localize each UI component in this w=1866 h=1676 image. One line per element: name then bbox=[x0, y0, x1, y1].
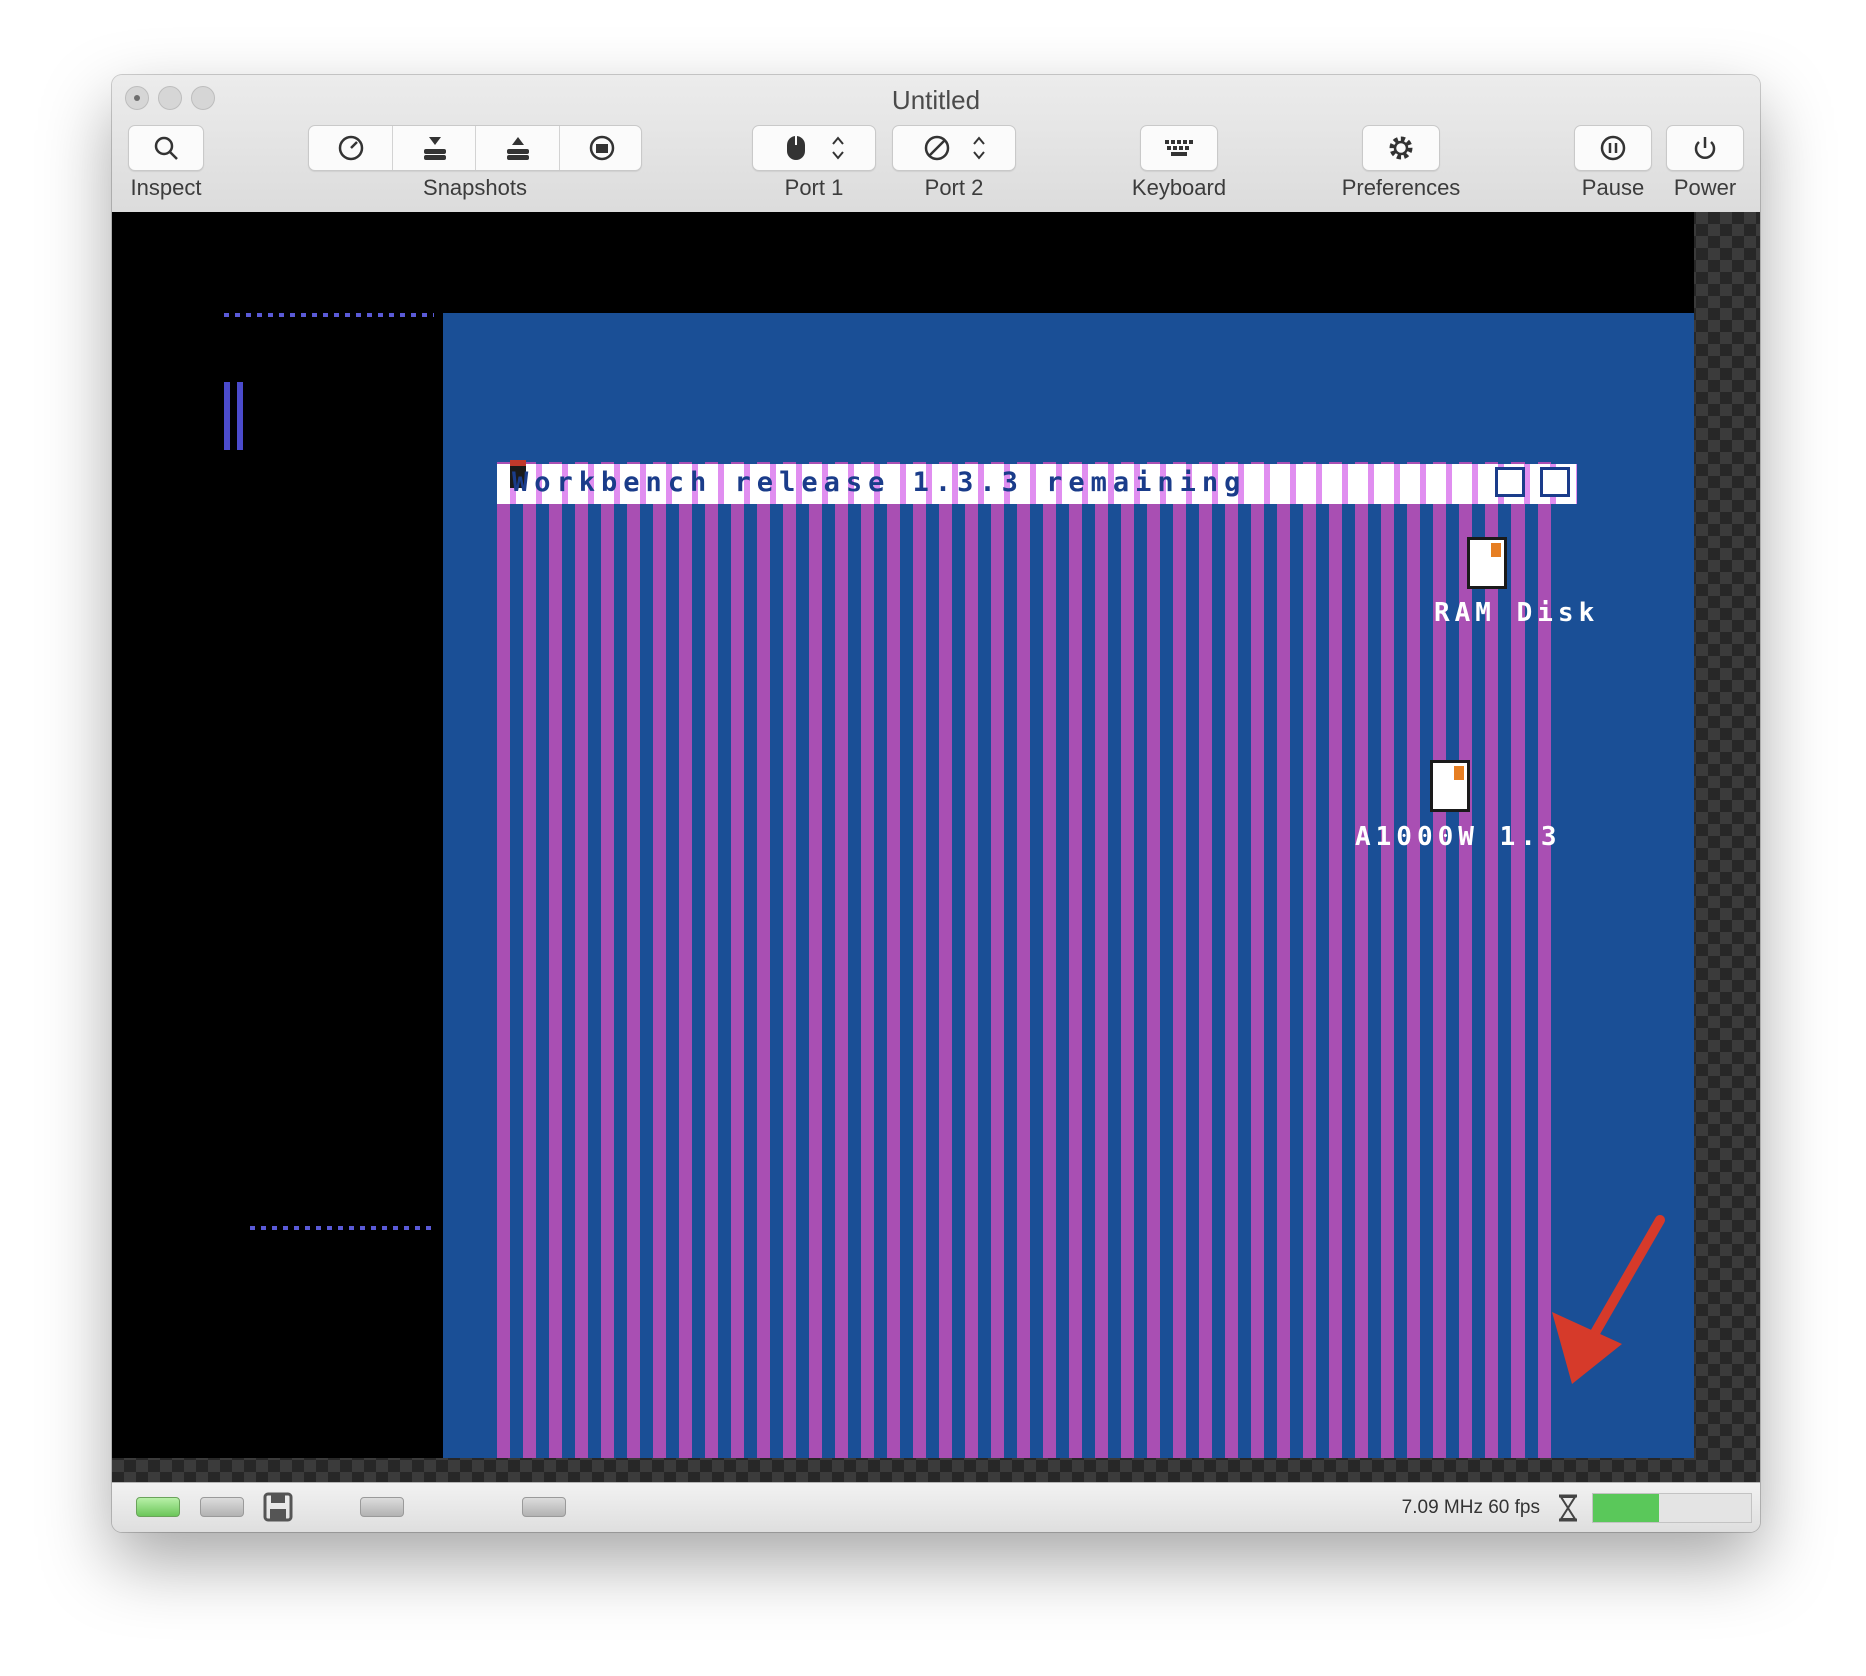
snapshot-store-button[interactable] bbox=[475, 126, 560, 170]
screen-artifact bbox=[224, 382, 230, 450]
power-icon bbox=[1694, 137, 1716, 159]
stack-down-icon bbox=[423, 137, 446, 160]
snapshots-label: Snapshots bbox=[423, 175, 527, 200]
keyboard-label: Keyboard bbox=[1131, 175, 1227, 200]
red-arrow-annotation bbox=[1552, 1215, 1665, 1384]
port2-label: Port 2 bbox=[924, 175, 984, 200]
emulator-window: Untitled Inspect Snapshots Port 1 Port 2… bbox=[112, 75, 1760, 1532]
port1-popup[interactable] bbox=[752, 125, 876, 171]
power-label: Power bbox=[1673, 175, 1737, 200]
gear-icon bbox=[1389, 136, 1413, 160]
snapshots-segmented-control bbox=[308, 125, 642, 171]
floppy-disk-icon[interactable] bbox=[262, 1491, 294, 1523]
keyboard-icon bbox=[1165, 140, 1193, 156]
workbench-disk-icon[interactable] bbox=[1430, 760, 1470, 812]
drive-led-icon bbox=[200, 1497, 244, 1517]
pause-icon bbox=[1600, 135, 1626, 161]
speed-meter-fill bbox=[1593, 1494, 1660, 1522]
pause-label: Pause bbox=[1581, 175, 1645, 200]
speed-text: 7.09 MHz 60 fps bbox=[1401, 1497, 1540, 1518]
no-device-icon bbox=[924, 135, 950, 161]
ram-disk-icon[interactable] bbox=[1467, 537, 1507, 589]
port2-popup[interactable] bbox=[892, 125, 1016, 171]
title-bar: Untitled Inspect Snapshots Port 1 Port 2… bbox=[112, 75, 1760, 213]
chevron-updown-icon bbox=[832, 136, 844, 160]
stack-up-icon bbox=[507, 137, 529, 160]
keyboard-button[interactable] bbox=[1140, 125, 1218, 171]
ram-disk-label: RAM Disk bbox=[1434, 598, 1600, 628]
status-bar: 7.09 MHz 60 fps bbox=[112, 1482, 1760, 1532]
preferences-label: Preferences bbox=[1341, 175, 1461, 200]
power-button[interactable] bbox=[1666, 125, 1744, 171]
emulator-canvas[interactable]: Workbench release 1.3.3 remaining RAM Di… bbox=[112, 212, 1760, 1482]
snapshot-take-button[interactable] bbox=[309, 126, 392, 170]
preferences-button[interactable] bbox=[1362, 125, 1440, 171]
drive-led-icon bbox=[360, 1497, 404, 1517]
hourglass-icon[interactable] bbox=[1556, 1493, 1580, 1523]
snapshot-restore-button[interactable] bbox=[392, 126, 476, 170]
port1-label: Port 1 bbox=[784, 175, 844, 200]
window-title: Untitled bbox=[891, 85, 981, 115]
magnifier-icon bbox=[154, 136, 178, 160]
drive-led-icon bbox=[522, 1497, 566, 1517]
clock-rewind-icon bbox=[338, 135, 363, 161]
pause-button[interactable] bbox=[1574, 125, 1652, 171]
corrupted-graphics bbox=[497, 462, 1552, 1458]
workbench-title-text: Workbench release 1.3.3 remaining bbox=[512, 467, 1247, 498]
drive-led-icon bbox=[136, 1497, 180, 1517]
workbench-disk-label: A1000W 1.3 bbox=[1355, 822, 1562, 852]
screen-artifact bbox=[250, 1226, 434, 1230]
speed-meter bbox=[1592, 1493, 1752, 1523]
mouse-icon bbox=[787, 136, 805, 160]
inspect-button[interactable] bbox=[128, 125, 204, 171]
chevron-updown-icon bbox=[973, 136, 985, 160]
screen-artifact bbox=[224, 313, 434, 317]
amiga-screen[interactable]: Workbench release 1.3.3 remaining RAM Di… bbox=[112, 212, 1694, 1458]
snapshot-browse-button[interactable] bbox=[559, 126, 644, 170]
inspect-label: Inspect bbox=[130, 175, 202, 200]
screen-artifact bbox=[237, 382, 243, 450]
front-back-gadget[interactable] bbox=[1540, 467, 1570, 497]
depth-gadget[interactable] bbox=[1495, 467, 1525, 497]
folder-cycle-icon bbox=[589, 135, 615, 161]
